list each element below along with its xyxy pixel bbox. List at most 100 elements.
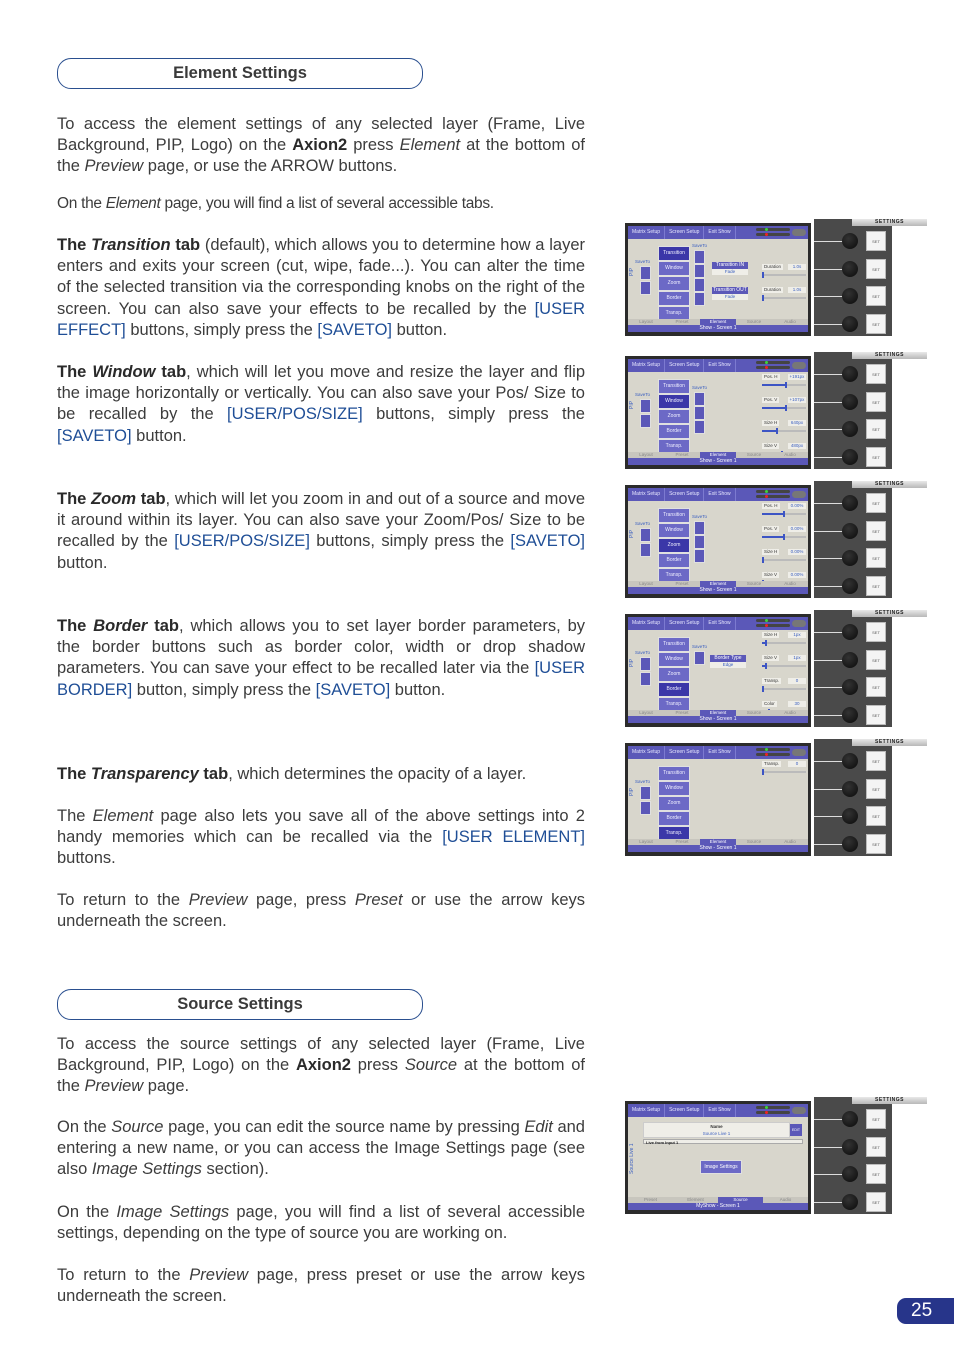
set-button-1[interactable]: SET	[866, 751, 886, 771]
user-element-button[interactable]	[640, 801, 651, 815]
set-button-4[interactable]: SET	[866, 705, 886, 725]
tab-border[interactable]: Border	[658, 682, 690, 697]
tab-zoom[interactable]: Zoom	[658, 796, 690, 811]
tab-border[interactable]: Border	[658, 811, 690, 826]
parameter-control[interactable]: Size H 640px	[762, 420, 806, 436]
user-saveto-button[interactable]	[694, 292, 705, 306]
user-element-button[interactable]	[640, 266, 651, 280]
rotary-knob-2[interactable]	[842, 781, 858, 797]
rotary-knob-3[interactable]	[842, 1166, 858, 1182]
top-button-matrix-setup[interactable]: Matrix Setup	[628, 1104, 666, 1117]
top-button-exit-show[interactable]: Exit Show	[704, 359, 736, 372]
set-button-4[interactable]: SET	[866, 834, 886, 854]
tab-transition[interactable]: Transition	[658, 508, 690, 523]
tab-transition[interactable]: Transition	[658, 637, 690, 652]
slider-handle[interactable]	[785, 382, 788, 388]
top-button-exit-show[interactable]: Exit Show	[704, 617, 736, 630]
rotary-knob-4[interactable]	[842, 707, 858, 723]
image-settings-button[interactable]: Image Settings	[700, 1160, 742, 1174]
rotary-knob-1[interactable]	[842, 366, 858, 382]
set-button-3[interactable]: SET	[866, 806, 886, 826]
set-button-1[interactable]: SET	[866, 364, 886, 384]
user-saveto-button[interactable]	[694, 535, 705, 549]
user-saveto-button[interactable]	[694, 521, 705, 535]
user-saveto-button[interactable]	[694, 278, 705, 292]
tab-transition[interactable]: Transition	[658, 766, 690, 781]
user-saveto-button[interactable]	[694, 651, 705, 665]
source-name-field[interactable]: Name Source Live 1	[643, 1122, 790, 1138]
set-button-1[interactable]: SET	[866, 231, 886, 251]
user-element-button[interactable]	[640, 528, 651, 542]
parameter-control[interactable]: Size H 0.00%	[762, 549, 806, 565]
parameter-slider[interactable]	[762, 686, 806, 692]
set-button-1[interactable]: SET	[866, 1109, 886, 1129]
user-saveto-button[interactable]	[694, 406, 705, 420]
slider-handle[interactable]	[785, 405, 788, 411]
top-button-screen-setup[interactable]: Screen Setup	[665, 488, 705, 501]
rotary-knob-3[interactable]	[842, 679, 858, 695]
border-type-value[interactable]: Edge	[710, 662, 746, 668]
user-saveto-button[interactable]	[694, 264, 705, 278]
tab-zoom[interactable]: Zoom	[658, 667, 690, 682]
set-button-2[interactable]: SET	[866, 259, 886, 279]
rotary-knob-3[interactable]	[842, 808, 858, 824]
set-button-2[interactable]: SET	[866, 521, 886, 541]
top-button-exit-show[interactable]: Exit Show	[704, 488, 736, 501]
tab-border[interactable]: Border	[658, 424, 690, 439]
set-button-3[interactable]: SET	[866, 286, 886, 306]
rotary-knob-4[interactable]	[842, 1194, 858, 1210]
parameter-slider[interactable]	[762, 295, 806, 301]
top-button-screen-setup[interactable]: Screen Setup	[665, 1104, 705, 1117]
slider-handle[interactable]	[762, 686, 764, 692]
set-button-2[interactable]: SET	[866, 1137, 886, 1157]
rotary-knob-2[interactable]	[842, 523, 858, 539]
top-button-matrix-setup[interactable]: Matrix Setup	[628, 617, 666, 630]
slider-handle[interactable]	[762, 557, 764, 563]
set-button-3[interactable]: SET	[866, 419, 886, 439]
set-button-3[interactable]: SET	[866, 548, 886, 568]
user-saveto-button[interactable]	[694, 549, 705, 563]
parameter-slider[interactable]	[762, 640, 806, 646]
top-button-exit-show[interactable]: Exit Show	[704, 746, 736, 759]
tab-window[interactable]: Window	[658, 261, 690, 276]
parameter-control[interactable]: Pos. V +107px	[762, 397, 806, 413]
slider-handle[interactable]	[765, 640, 768, 646]
set-button-2[interactable]: SET	[866, 392, 886, 412]
tab-window[interactable]: Window	[658, 781, 690, 796]
slider-handle[interactable]	[783, 534, 785, 540]
tab-zoom[interactable]: Zoom	[658, 538, 690, 553]
tab-window[interactable]: Window	[658, 652, 690, 667]
set-button-2[interactable]: SET	[866, 650, 886, 670]
set-button-4[interactable]: SET	[866, 314, 886, 334]
parameter-slider[interactable]	[762, 663, 806, 669]
set-button-3[interactable]: SET	[866, 677, 886, 697]
transition-out-value[interactable]: Fade	[712, 294, 748, 300]
meter-button[interactable]	[792, 229, 806, 236]
rotary-knob-2[interactable]	[842, 394, 858, 410]
rotary-knob-2[interactable]	[842, 1139, 858, 1155]
user-element-button[interactable]	[640, 414, 651, 428]
rotary-knob-3[interactable]	[842, 421, 858, 437]
top-button-matrix-setup[interactable]: Matrix Setup	[628, 746, 666, 759]
user-element-button[interactable]	[640, 543, 651, 557]
rotary-knob-1[interactable]	[842, 233, 858, 249]
slider-handle[interactable]	[776, 428, 779, 434]
slider-handle[interactable]	[765, 663, 768, 669]
rotary-knob-2[interactable]	[842, 652, 858, 668]
rotary-knob-4[interactable]	[842, 449, 858, 465]
meter-button[interactable]	[792, 362, 806, 369]
meter-button[interactable]	[792, 749, 806, 756]
parameter-slider[interactable]	[762, 428, 806, 434]
parameter-slider[interactable]	[762, 405, 806, 411]
parameter-control[interactable]: Size V 1px	[762, 655, 806, 671]
rotary-knob-4[interactable]	[842, 836, 858, 852]
rotary-knob-4[interactable]	[842, 316, 858, 332]
slider-handle[interactable]	[762, 295, 764, 301]
user-saveto-button[interactable]	[694, 392, 705, 406]
set-button-1[interactable]: SET	[866, 493, 886, 513]
meter-button[interactable]	[792, 1107, 806, 1114]
top-button-screen-setup[interactable]: Screen Setup	[665, 746, 705, 759]
top-button-screen-setup[interactable]: Screen Setup	[665, 617, 705, 630]
parameter-slider[interactable]	[762, 534, 806, 540]
parameter-slider[interactable]	[762, 382, 806, 388]
